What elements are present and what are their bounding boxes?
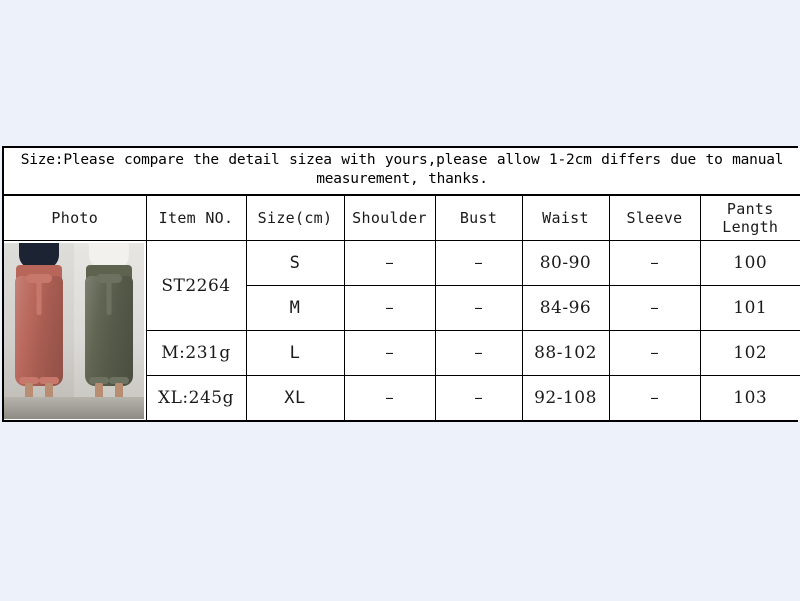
waist-value: 92-108: [521, 375, 610, 420]
column-header-sleeve: Sleeve: [608, 194, 701, 241]
header-row: Photo Item NO. Size(cm) Shoulder Bust Wa…: [4, 194, 800, 241]
size-value: S: [245, 240, 345, 286]
shoulder-value: –: [343, 375, 436, 420]
sleeve-value: –: [608, 375, 701, 420]
notice-text: Size:Please compare the detail sizea wit…: [20, 152, 784, 187]
pants-length-value: 103: [699, 375, 800, 420]
table-row: ST2264 S – – 80-90 – 100: [4, 240, 800, 420]
bust-value: –: [434, 285, 523, 331]
pants-length-value: 102: [699, 330, 800, 376]
waist-value: 80-90: [521, 240, 610, 286]
column-header-shoulder: Shoulder: [343, 194, 436, 241]
column-header-pants-length: Pants Length: [699, 194, 800, 241]
sleeve-value: –: [608, 330, 701, 376]
pants-length-value: 101: [699, 285, 800, 331]
notice-row: Size:Please compare the detail sizea wit…: [4, 148, 800, 196]
waist-value: 88-102: [521, 330, 610, 376]
size-value: XL: [245, 375, 345, 420]
bust-value: –: [434, 375, 523, 420]
pants-length-value: 100: [699, 240, 800, 286]
item-weight-xl: XL:245g: [146, 375, 247, 420]
sleeve-value: –: [608, 285, 701, 331]
notice-cell: Size:Please compare the detail sizea wit…: [4, 148, 800, 196]
item-style-code: ST2264: [145, 240, 247, 331]
waist-value: 84-96: [521, 285, 610, 331]
sleeve-value: –: [608, 240, 701, 286]
photo-panel-coral: [4, 242, 74, 419]
shoulder-value: –: [343, 240, 436, 286]
column-header-item-no: Item NO.: [145, 194, 247, 241]
column-header-bust: Bust: [434, 194, 523, 241]
bust-value: –: [434, 330, 523, 376]
product-photo-cell: [4, 240, 147, 420]
tie-belt-tail: [36, 280, 42, 315]
studio-floor: [4, 396, 74, 419]
size-value: L: [245, 330, 345, 376]
size-chart-table-container: Size:Please compare the detail sizea wit…: [2, 146, 800, 422]
shoulder-value: –: [343, 285, 436, 331]
product-photo: [4, 242, 144, 419]
size-value: M: [246, 285, 345, 331]
bust-value: –: [434, 240, 523, 286]
item-weight-m: M:231g: [146, 330, 247, 376]
column-header-waist: Waist: [521, 194, 610, 241]
photo-panel-olive: [74, 242, 144, 419]
tie-belt-tail: [106, 280, 112, 315]
column-header-photo: Photo: [4, 194, 147, 241]
column-header-size: Size(cm): [245, 194, 345, 241]
size-chart-table: Size:Please compare the detail sizea wit…: [4, 148, 800, 420]
studio-floor: [74, 396, 144, 419]
shoulder-value: –: [343, 330, 436, 376]
